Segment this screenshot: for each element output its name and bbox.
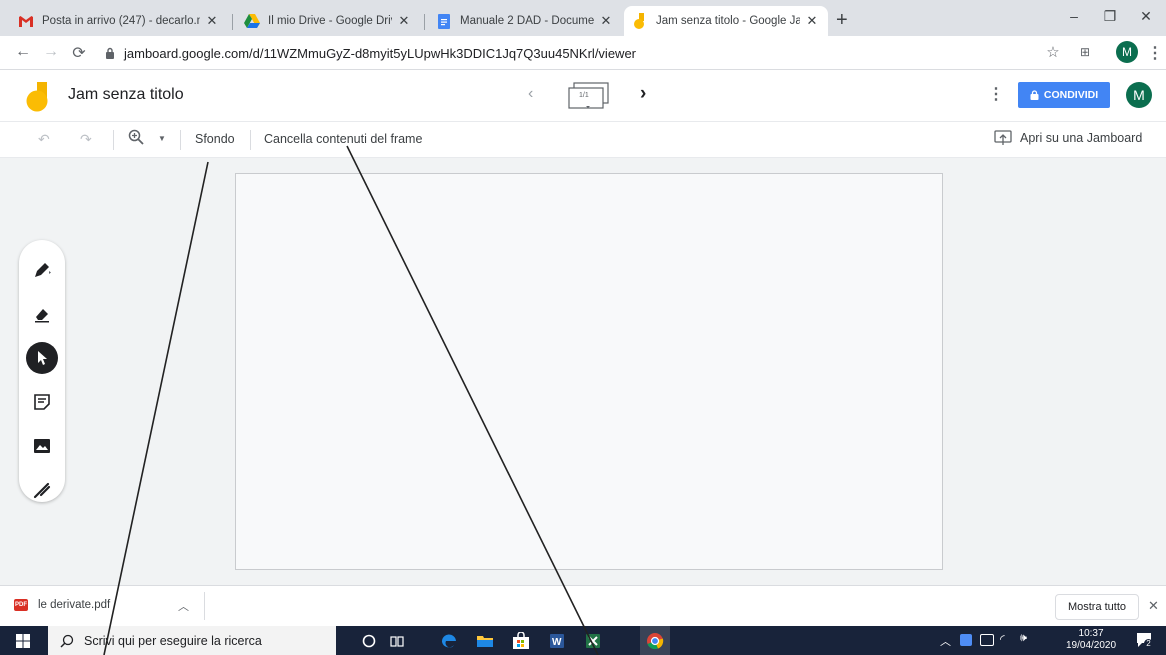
- svg-text:W: W: [552, 637, 562, 648]
- windows-taskbar: Scrivi qui per eseguire la ricerca W ︿ ◜…: [0, 626, 1166, 655]
- tab-jamboard[interactable]: Jam senza titolo - Google Jambo ✕: [624, 6, 828, 36]
- download-bar: PDF le derivate.pdf ︿ Mostra tutto ✕: [0, 585, 1166, 626]
- search-placeholder: Scrivi qui per eseguire la ricerca: [84, 633, 262, 648]
- forward-icon[interactable]: →: [42, 43, 60, 61]
- close-tab-icon[interactable]: ✕: [204, 13, 220, 29]
- prev-frame-icon[interactable]: ‹: [528, 85, 533, 103]
- app-header: Jam senza titolo ‹ 1/1 › ⋮ CONDIVIDI M: [0, 70, 1166, 122]
- tab-docs[interactable]: Manuale 2 DAD - Documenti Goo ✕: [428, 6, 622, 36]
- background-button[interactable]: Sfondo: [195, 132, 235, 146]
- clock-time: 10:37: [1078, 628, 1104, 639]
- back-icon[interactable]: ←: [14, 43, 32, 61]
- store-icon[interactable]: [510, 630, 532, 652]
- gmail-icon: [18, 13, 34, 29]
- chevron-up-icon[interactable]: ︿: [178, 598, 189, 614]
- sticky-note-icon[interactable]: [26, 386, 58, 418]
- show-hidden-icons-icon[interactable]: ︿: [940, 633, 951, 649]
- jamboard-logo-icon: [26, 82, 50, 117]
- page-title[interactable]: Jam senza titolo: [68, 86, 184, 104]
- jamboard-icon: [632, 13, 648, 29]
- pen-icon[interactable]: [26, 254, 58, 286]
- browser-nav-bar: ← → ⟳ jamboard.google.com/d/11WZMmuGyZ-d…: [0, 36, 1166, 70]
- image-icon[interactable]: [26, 430, 58, 462]
- frame-indicator: 1/1: [579, 92, 589, 99]
- drive-icon: [244, 13, 260, 29]
- cast-screen-icon: [994, 130, 1012, 145]
- lock-icon: [1030, 90, 1039, 100]
- chrome-icon[interactable]: [640, 626, 670, 655]
- notifications-icon[interactable]: 2: [1136, 632, 1153, 648]
- search-icon: [60, 634, 74, 648]
- profile-avatar[interactable]: M: [1116, 41, 1138, 63]
- taskbar-clock[interactable]: 10:37 19/04/2020: [1066, 628, 1116, 652]
- volume-icon[interactable]: 🕪: [1020, 632, 1027, 645]
- close-tab-icon[interactable]: ✕: [804, 13, 820, 29]
- share-button[interactable]: CONDIVIDI: [1018, 82, 1110, 108]
- apps-icon[interactable]: ⊞: [1076, 45, 1094, 59]
- tab-title: Manuale 2 DAD - Documenti Goo: [460, 15, 594, 27]
- word-icon[interactable]: W: [546, 630, 568, 652]
- zoom-in-icon[interactable]: [128, 129, 144, 148]
- next-frame-icon[interactable]: ›: [640, 83, 646, 105]
- new-tab-button[interactable]: +: [836, 10, 848, 30]
- wifi-icon[interactable]: ◜: [1000, 632, 1005, 646]
- browser-tab-strip: Posta in arrivo (247) - decarlo.ma ✕ Il …: [0, 0, 1166, 36]
- close-tab-icon[interactable]: ✕: [598, 13, 614, 29]
- tool-rail: [19, 240, 65, 502]
- canvas-stage: [0, 158, 1166, 585]
- tab-drive[interactable]: Il mio Drive - Google Drive ✕: [236, 6, 420, 36]
- notification-count: 2: [1144, 639, 1153, 648]
- close-tab-icon[interactable]: ✕: [396, 13, 412, 29]
- battery-icon[interactable]: [980, 634, 994, 646]
- select-icon[interactable]: [26, 342, 58, 374]
- download-file-name[interactable]: le derivate.pdf: [38, 599, 110, 611]
- tab-title: Posta in arrivo (247) - decarlo.ma: [42, 15, 200, 27]
- file-explorer-icon[interactable]: [474, 630, 496, 652]
- security-tray-icon[interactable]: [960, 634, 972, 646]
- browser-menu-icon[interactable]: ⋮: [1146, 43, 1164, 63]
- minimize-icon[interactable]: –: [1064, 8, 1084, 24]
- undo-icon[interactable]: ↶: [38, 131, 50, 148]
- account-avatar[interactable]: M: [1126, 82, 1152, 108]
- reload-icon[interactable]: ⟳: [70, 43, 88, 63]
- docs-icon: [436, 13, 452, 29]
- cortana-icon[interactable]: [358, 630, 380, 652]
- frame-selector[interactable]: 1/1: [568, 82, 609, 109]
- task-view-icon[interactable]: [386, 630, 408, 652]
- tab-title: Jam senza titolo - Google Jambo: [656, 15, 800, 27]
- open-on-jamboard-button[interactable]: Apri su una Jamboard: [994, 130, 1142, 146]
- url-text: jamboard.google.com/d/11WZMmuGyZ-d8myit5…: [124, 45, 637, 61]
- excel-icon[interactable]: [582, 630, 604, 652]
- bookmark-star-icon[interactable]: ☆: [1044, 43, 1062, 61]
- more-options-icon[interactable]: ⋮: [988, 84, 1004, 104]
- clock-date: 19/04/2020: [1066, 640, 1117, 651]
- jam-frame[interactable]: [235, 173, 943, 570]
- edge-icon[interactable]: [438, 630, 460, 652]
- lock-icon: [106, 47, 114, 59]
- close-download-bar-icon[interactable]: ✕: [1148, 598, 1159, 614]
- tab-gmail[interactable]: Posta in arrivo (247) - decarlo.ma ✕: [10, 6, 228, 36]
- open-on-jamboard-label: Apri su una Jamboard: [1020, 131, 1143, 145]
- taskbar-search[interactable]: Scrivi qui per eseguire la ricerca: [48, 626, 336, 655]
- redo-icon[interactable]: ↷: [80, 131, 92, 148]
- clear-frame-button[interactable]: Cancella contenuti del frame: [264, 132, 422, 146]
- zoom-dropdown-icon[interactable]: ▼: [158, 134, 166, 143]
- address-bar[interactable]: jamboard.google.com/d/11WZMmuGyZ-d8myit5…: [104, 40, 1064, 66]
- share-label: CONDIVIDI: [1043, 89, 1099, 101]
- show-all-button[interactable]: Mostra tutto: [1055, 594, 1139, 620]
- windows-start-icon[interactable]: [12, 630, 34, 652]
- close-window-icon[interactable]: ✕: [1136, 8, 1156, 25]
- pdf-file-icon: PDF: [14, 599, 28, 611]
- tab-title: Il mio Drive - Google Drive: [268, 15, 392, 27]
- eraser-icon[interactable]: [26, 298, 58, 330]
- jamboard-toolbar: ↶ ↷ ▼ Sfondo Cancella contenuti del fram…: [0, 122, 1166, 158]
- laser-icon[interactable]: [26, 474, 58, 506]
- restore-icon[interactable]: ❐: [1100, 8, 1120, 25]
